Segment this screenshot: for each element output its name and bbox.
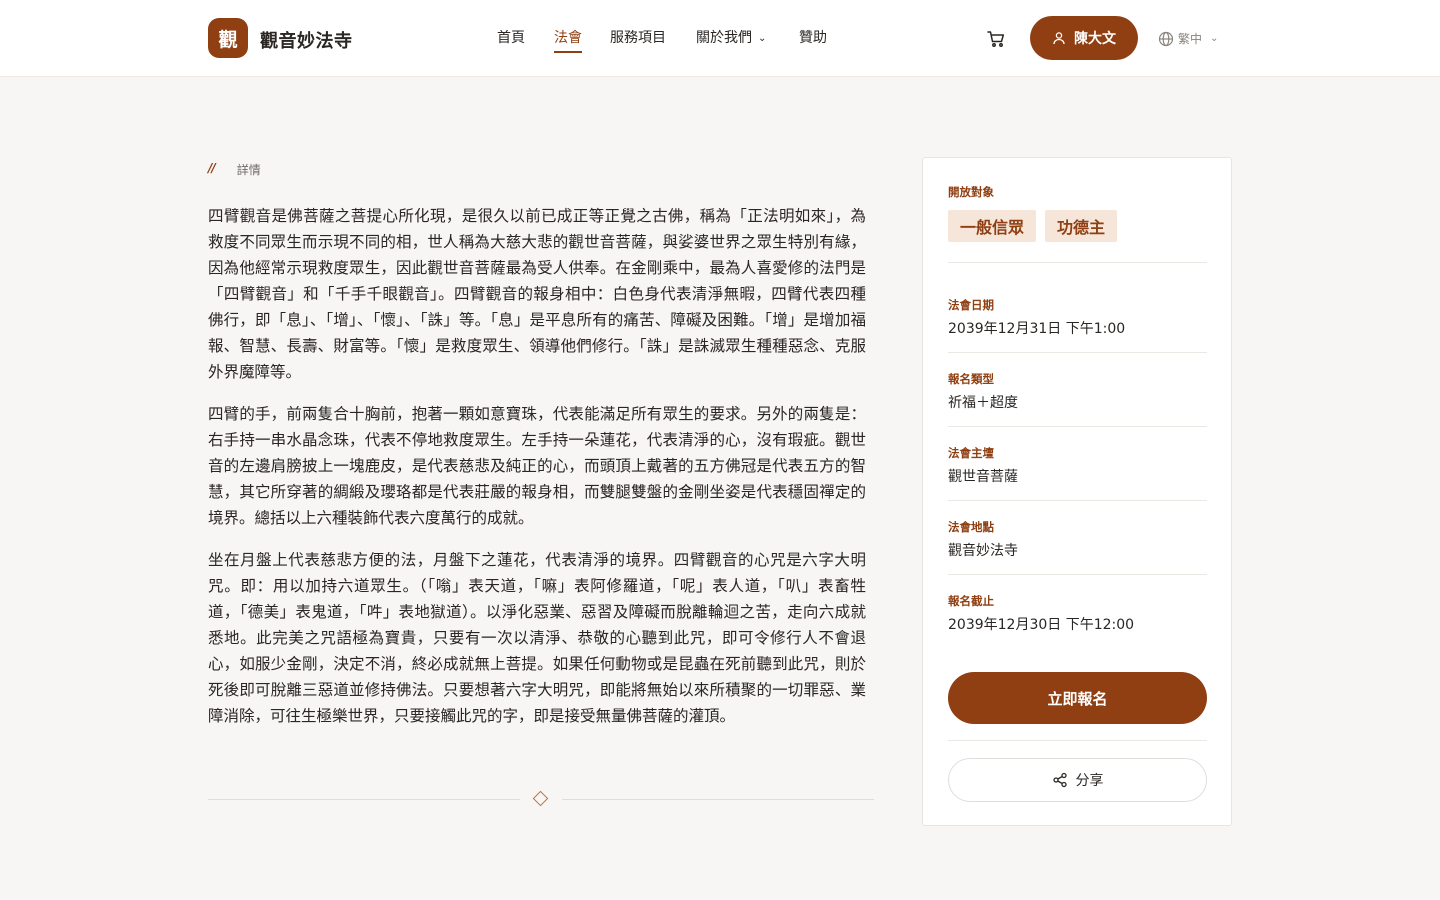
- divider-line: [562, 799, 874, 800]
- chevron-down-icon: ⌄: [758, 33, 767, 44]
- share-icon: [1052, 772, 1067, 788]
- article-body: 四臂觀音是佛菩薩之菩提心所化現，是很久以前已成正等正覺之古佛，稱為「正法明如來」…: [208, 203, 866, 745]
- breadcrumb-separator: //: [208, 161, 216, 175]
- register-button[interactable]: 立即報名: [948, 672, 1207, 724]
- nav-about-label: 關於我們: [696, 30, 752, 46]
- venue-value: 觀音妙法寺: [948, 543, 1018, 559]
- divider-line: [208, 799, 520, 800]
- deadline-value: 2039年12月30日 下午12:00: [948, 617, 1135, 633]
- venue-label: 法會地點: [948, 520, 994, 534]
- date-label: 法會日期: [948, 298, 994, 312]
- article-paragraph: 坐在月盤上代表慈悲方便的法，月盤下之蓮花，代表清淨的境界。四臂觀音的心咒是六字大…: [208, 551, 866, 725]
- nav-sponsor[interactable]: 贊助: [799, 27, 827, 47]
- nav-dharma-assembly[interactable]: 法會: [554, 27, 582, 53]
- chevron-down-icon: ⌄: [1210, 33, 1219, 44]
- card-divider: [948, 740, 1207, 741]
- audience-tag: 一般信眾: [948, 210, 1037, 242]
- cart-icon[interactable]: [986, 29, 1006, 49]
- deadline-label: 報名截止: [948, 594, 994, 608]
- card-divider: [948, 500, 1207, 501]
- main-deity-label: 法會主壇: [948, 446, 994, 460]
- card-divider: [948, 352, 1207, 353]
- registration-type-label: 報名類型: [948, 372, 994, 386]
- nav-home[interactable]: 首頁: [497, 27, 525, 47]
- breadcrumb: // 詳情: [208, 161, 261, 178]
- share-label: 分享: [1075, 773, 1104, 789]
- main-deity-value: 觀世音菩薩: [948, 469, 1018, 485]
- site-name[interactable]: 觀音妙法寺: [260, 27, 353, 53]
- language-selector[interactable]: 繁中 ⌄: [1158, 30, 1218, 47]
- globe-icon: [1158, 31, 1174, 46]
- article-paragraph: 四臂觀音是佛菩薩之菩提心所化現，是很久以前已成正等正覺之古佛，稱為「正法明如來」…: [208, 207, 866, 381]
- logo-icon[interactable]: 觀: [208, 18, 248, 58]
- user-icon: [1053, 32, 1065, 45]
- section-divider: [208, 790, 874, 807]
- audience-label: 開放對象: [948, 185, 994, 199]
- event-info-card: 開放對象 一般信眾 功德主 法會日期 2039年12月31日 下午1:00 報名…: [922, 157, 1232, 826]
- card-divider: [948, 262, 1207, 263]
- breadcrumb-current: 詳情: [236, 163, 261, 177]
- card-divider: [948, 574, 1207, 575]
- audience-tag: 功德主: [1045, 210, 1118, 242]
- nav-services[interactable]: 服務項目: [610, 27, 666, 47]
- article-paragraph: 四臂的手，前兩隻合十胸前，抱著一顆如意寶珠，代表能滿足所有眾生的要求。另外的兩隻…: [208, 405, 866, 527]
- date-value: 2039年12月31日 下午1:00: [948, 321, 1126, 337]
- language-label: 繁中: [1178, 32, 1203, 46]
- diamond-ornament-icon: [532, 790, 549, 807]
- user-name: 陳大文: [1074, 31, 1116, 47]
- user-account-button[interactable]: 陳大文: [1030, 16, 1138, 60]
- top-navbar: 觀 觀音妙法寺 首頁 法會 服務項目 關於我們 ⌄ 贊助 陳大文 繁中 ⌄: [0, 0, 1440, 77]
- registration-type-value: 祈福＋超度: [948, 395, 1018, 411]
- card-divider: [948, 426, 1207, 427]
- nav-about[interactable]: 關於我們 ⌄: [696, 27, 766, 47]
- share-button[interactable]: 分享: [948, 758, 1207, 802]
